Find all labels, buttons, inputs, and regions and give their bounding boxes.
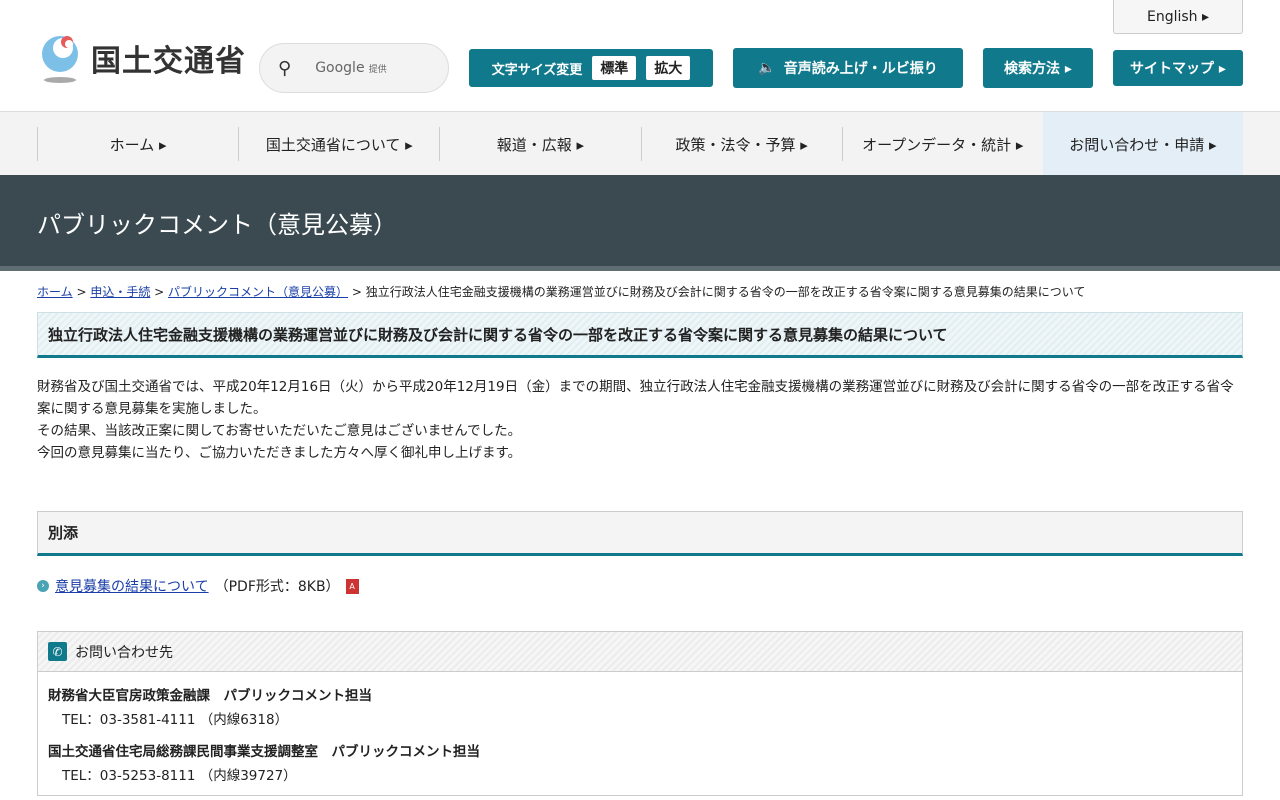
nav-policy[interactable]: 政策・法令・予算 ▸	[640, 127, 842, 161]
nav-press[interactable]: 報道・広報 ▸	[439, 127, 640, 161]
font-standard-button[interactable]: 標準	[592, 56, 637, 80]
pdf-icon: A	[345, 578, 359, 594]
contact-org: 財務省大臣官房政策金融課 パブリックコメント担当	[48, 688, 372, 704]
attachment-info: （PDF形式：8KB）	[214, 579, 340, 595]
logo-mark-icon	[37, 34, 83, 83]
font-large-button[interactable]: 拡大	[646, 56, 691, 80]
breadcrumb-pubcom[interactable]: パブリックコメント（意見公募）	[168, 285, 348, 299]
banner-title: パブリックコメント（意見公募）	[37, 211, 397, 239]
breadcrumb: ホーム > 申込・手続 > パブリックコメント（意見公募） > 独立行政法人住宅…	[37, 283, 1085, 300]
logo-text: 国土交通省	[91, 44, 246, 79]
english-link[interactable]: English ▸	[1113, 0, 1243, 34]
nav-home[interactable]: ホーム ▸	[37, 127, 238, 161]
nav-about[interactable]: 国土交通省について ▸	[238, 127, 439, 161]
page-banner: パブリックコメント（意見公募）	[0, 175, 1280, 271]
contact-box: ✆ お問い合わせ先 財務省大臣官房政策金融課 パブリックコメント担当 TEL：03…	[37, 631, 1243, 796]
paragraph: 今回の意見募集に当たり、ご協力いただきました方々へ厚く御礼申し上げます。	[37, 445, 522, 461]
breadcrumb-apply[interactable]: 申込・手続	[90, 285, 150, 299]
voice-button[interactable]: 🔈 音声読み上げ・ルビ振り	[733, 48, 963, 88]
chevron-right-icon: ›	[37, 580, 49, 592]
attachment-heading: 別添	[37, 511, 1243, 556]
breadcrumb-sep: >	[150, 285, 169, 299]
breadcrumb-home[interactable]: ホーム	[37, 285, 73, 299]
search-icon[interactable]: ⚲	[278, 58, 291, 79]
breadcrumb-sep: >	[348, 285, 366, 299]
page-title: 独立行政法人住宅金融支援機構の業務運営並びに財務及び会計に関する省令の一部を改正…	[37, 312, 1243, 358]
voice-label: 音声読み上げ・ルビ振り	[783, 61, 938, 77]
attachment-link[interactable]: 意見募集の結果について	[55, 576, 209, 596]
phone-icon: ✆	[48, 642, 67, 661]
search-provider: Google	[315, 60, 365, 76]
breadcrumb-sep: >	[72, 285, 91, 299]
nav-contact[interactable]: お問い合わせ・申請 ▸	[1042, 112, 1244, 176]
search-method-button[interactable]: 検索方法 ▸	[983, 48, 1093, 88]
attachment-item: › 意見募集の結果について （PDF形式：8KB） A	[37, 576, 359, 596]
contact-tel: TEL：03-3581-4111 （内線6318）	[62, 712, 289, 728]
nav-opendata[interactable]: オープンデータ・統計 ▸	[841, 127, 1043, 161]
font-size-label: 文字サイズ変更	[491, 62, 583, 78]
sitemap-button[interactable]: サイトマップ ▸	[1113, 50, 1243, 86]
breadcrumb-current: 独立行政法人住宅金融支援機構の業務運営並びに財務及び会計に関する省令の一部を改正…	[365, 285, 1086, 299]
contact-heading: お問い合わせ先	[75, 644, 173, 661]
contact-org: 国土交通省住宅局総務課民間事業支援調整室 パブリックコメント担当	[48, 744, 480, 760]
search-box[interactable]: ⚲ Google 提供	[259, 43, 449, 93]
global-nav: ホーム ▸ 国土交通省について ▸ 報道・広報 ▸ 政策・法令・予算 ▸ オープ…	[0, 111, 1280, 176]
search-provider-sub: 提供	[368, 65, 387, 75]
paragraph: 財務省及び国土交通省では、平成20年12月16日（火）から平成20年12月19日…	[37, 379, 1234, 417]
speaker-icon: 🔈	[758, 60, 776, 76]
contact-tel: TEL：03-5253-8111 （内線39727）	[62, 768, 297, 784]
font-size-control: 文字サイズ変更 標準 拡大	[469, 49, 713, 87]
mlit-logo[interactable]: 国土交通省	[37, 34, 246, 83]
body-text: 財務省及び国土交通省では、平成20年12月16日（火）から平成20年12月19日…	[37, 376, 1243, 464]
paragraph: その結果、当該改正案に関してお寄せいただいたご意見はございませんでした。	[37, 423, 522, 439]
